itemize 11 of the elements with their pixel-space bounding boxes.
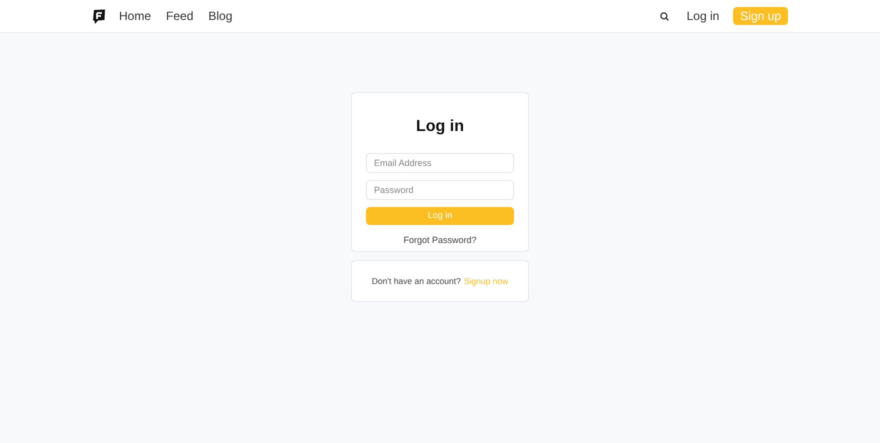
login-title: Log in <box>416 117 464 137</box>
nav-link[interactable]: Feed <box>166 7 194 25</box>
nav-link[interactable]: Home <box>119 7 152 25</box>
signup-prompt: Don't have an account? <box>372 274 461 288</box>
search-icon[interactable] <box>660 12 669 20</box>
login-link[interactable]: Log in <box>686 7 720 25</box>
nav-link[interactable]: Blog <box>208 7 232 25</box>
forgot-password-link[interactable]: Forgot Password? <box>403 234 477 248</box>
logo-icon[interactable] <box>92 8 106 24</box>
password-field[interactable]: Password <box>366 180 514 200</box>
email-field[interactable]: Email Address <box>366 153 514 173</box>
